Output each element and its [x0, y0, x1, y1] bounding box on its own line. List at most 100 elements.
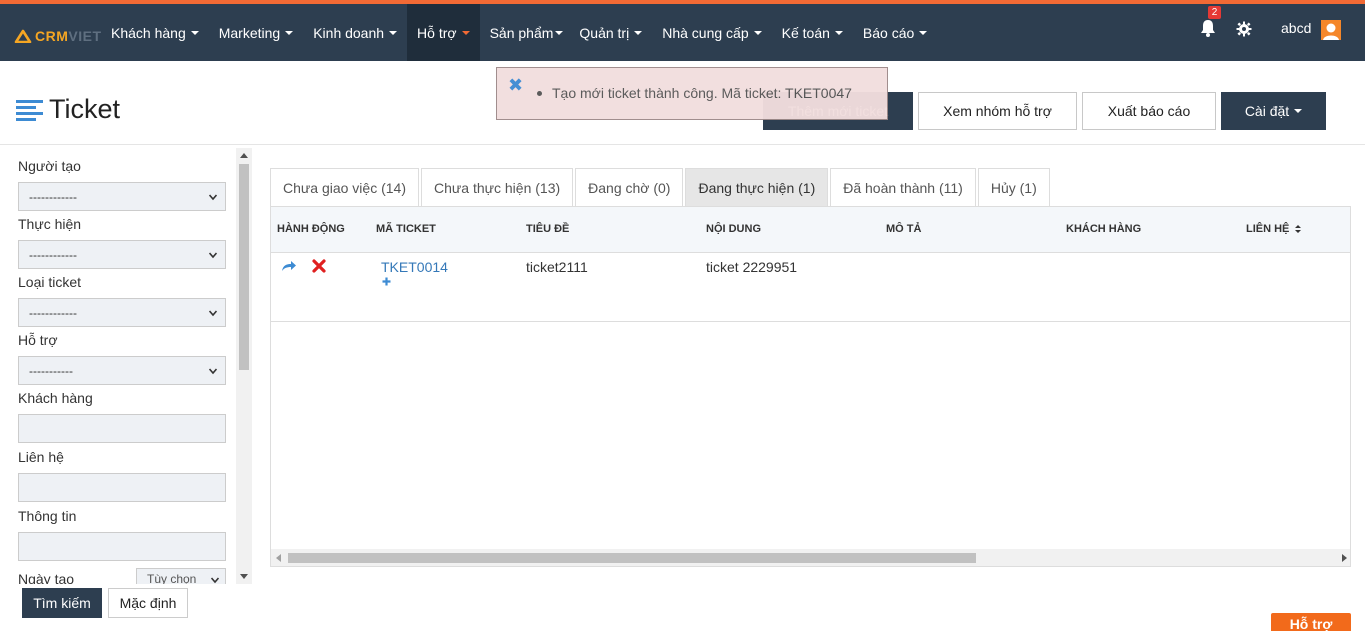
scroll-up-arrow-icon[interactable] — [240, 153, 248, 158]
col-header-customer[interactable]: KHÁCH HÀNG — [1066, 223, 1141, 235]
menu-item-accounting[interactable]: Kế toán — [772, 4, 853, 61]
col-header-code[interactable]: MÃ TICKET — [376, 223, 436, 235]
ticket-type-select-value: ------------ — [29, 305, 77, 320]
scroll-left-arrow-icon[interactable] — [276, 554, 281, 562]
menu-label: Kinh doanh — [313, 24, 385, 41]
col-header-contact-text: LIÊN HỆ — [1246, 223, 1290, 235]
tab-in-progress[interactable]: Đang thực hiện (1) — [685, 168, 829, 206]
menu-label: Nhà cung cấp — [662, 24, 749, 41]
tab-completed[interactable]: Đã hoàn thành (11) — [830, 168, 976, 206]
caret-down-icon — [634, 30, 643, 35]
ticket-content-cell: ticket 2229951 — [706, 259, 798, 275]
chevron-down-icon — [209, 310, 217, 317]
scrollbar-thumb[interactable] — [239, 164, 249, 370]
gear-icon[interactable] — [1236, 21, 1252, 37]
list-lines-icon — [16, 99, 43, 121]
ticket-title-cell: ticket2111 — [526, 259, 588, 275]
support-select-value: ----------- — [29, 363, 73, 378]
menu-item-sales[interactable]: Kinh doanh — [303, 4, 407, 61]
ticket-type-select[interactable]: ------------ — [18, 298, 226, 327]
col-header-contact[interactable]: LIÊN HỆ — [1246, 223, 1302, 235]
reset-default-button[interactable]: Mặc định — [108, 588, 188, 618]
export-report-button[interactable]: Xuất báo cáo — [1082, 92, 1216, 130]
caret-down-icon — [834, 30, 843, 35]
assignee-select[interactable]: ------------ — [18, 240, 226, 269]
assignee-label: Thực hiện — [18, 216, 82, 232]
settings-label: Cài đặt — [1244, 103, 1290, 119]
success-toast: ✖ Tạo mới ticket thành công. Mã ticket: … — [496, 67, 888, 120]
page-title-text: Ticket — [49, 94, 121, 124]
creator-label: Người tạo — [18, 158, 81, 174]
creator-select[interactable]: ------------ — [18, 182, 226, 211]
menu-item-marketing[interactable]: Marketing — [209, 4, 303, 61]
created-date-select[interactable]: Tùy chọn — [136, 568, 226, 584]
menu-item-support[interactable]: Hỗ trợ — [407, 4, 480, 61]
created-date-label: Ngày tạo — [18, 571, 75, 584]
menu-label: Khách hàng — [111, 24, 186, 41]
status-tabs: Chưa giao việc (14) Chưa thực hiện (13) … — [270, 168, 1052, 206]
col-header-description[interactable]: MÔ TẢ — [886, 223, 921, 235]
menu-item-admin[interactable]: Quản trị — [569, 4, 652, 61]
created-date-select-value: Tùy chọn — [147, 572, 197, 584]
scrollbar-thumb[interactable] — [288, 553, 976, 563]
toast-message: Tạo mới ticket thành công. Mã ticket: TK… — [537, 85, 852, 101]
support-label: Hỗ trợ — [18, 332, 58, 348]
crm-logo[interactable]: CRM VIET — [14, 26, 102, 46]
table-header: HÀNH ĐỘNG MÃ TICKET TIÊU ĐỀ NỘI DUNG MÔ … — [271, 207, 1350, 253]
caret-down-icon — [753, 30, 762, 35]
info-input[interactable] — [18, 532, 226, 561]
customer-input[interactable] — [18, 414, 226, 443]
page-title: Ticket — [16, 94, 120, 125]
logo-mark-icon — [14, 29, 32, 43]
plus-icon[interactable] — [382, 277, 391, 286]
top-navbar: CRM VIET Khách hàng Marketing Kinh doanh… — [0, 0, 1365, 61]
menu-item-suppliers[interactable]: Nhà cung cấp — [652, 4, 771, 61]
col-header-title[interactable]: TIÊU ĐỀ — [526, 223, 569, 235]
col-header-actions: HÀNH ĐỘNG — [277, 223, 345, 235]
tab-not-started[interactable]: Chưa thực hiện (13) — [421, 168, 574, 206]
scroll-right-arrow-icon[interactable] — [1342, 554, 1347, 562]
chevron-down-icon — [209, 252, 217, 259]
sidebar-scrollbar[interactable] — [236, 148, 252, 584]
caret-down-icon — [919, 30, 928, 35]
caret-down-icon — [190, 30, 199, 35]
menu-label: Kế toán — [781, 24, 830, 41]
close-icon[interactable]: ✖ — [508, 76, 523, 94]
caret-down-icon — [555, 30, 564, 35]
menu-item-reports[interactable]: Báo cáo — [853, 4, 937, 61]
user-avatar-icon[interactable] — [1321, 20, 1341, 40]
menu-label: Marketing — [218, 24, 281, 41]
creator-select-value: ------------ — [29, 189, 77, 204]
bullet-icon — [537, 90, 542, 96]
caret-down-icon — [461, 30, 470, 35]
support-select[interactable]: ----------- — [18, 356, 226, 385]
search-button[interactable]: Tìm kiếm — [22, 588, 102, 618]
menu-item-customers[interactable]: Khách hàng — [101, 4, 209, 61]
chevron-down-icon — [209, 368, 217, 375]
caret-down-icon — [1294, 109, 1303, 113]
sort-icon[interactable] — [1295, 224, 1302, 234]
tab-unassigned[interactable]: Chưa giao việc (14) — [270, 168, 419, 206]
header-divider — [0, 144, 1365, 145]
tab-cancelled[interactable]: Hủy (1) — [977, 168, 1050, 206]
col-header-content[interactable]: NỘI DUNG — [706, 223, 761, 235]
customer-label: Khách hàng — [18, 390, 93, 406]
filter-sidebar: Người tạo ------------ Thực hiện -------… — [0, 148, 252, 584]
ticket-code-link[interactable]: TKET0014 — [381, 259, 448, 275]
delete-x-icon[interactable] — [312, 259, 326, 273]
menu-label: Sản phẩm — [489, 24, 554, 41]
app-root: CRM VIET Khách hàng Marketing Kinh doanh… — [0, 0, 1365, 631]
menu-label: Hỗ trợ — [417, 24, 457, 41]
username-label[interactable]: abcd — [1281, 20, 1311, 36]
scroll-down-arrow-icon[interactable] — [240, 574, 248, 579]
table-horizontal-scrollbar[interactable] — [271, 549, 1350, 566]
settings-dropdown-button[interactable]: Cài đặt — [1221, 92, 1326, 130]
menu-item-products[interactable]: Sản phẩm — [480, 4, 570, 61]
floating-support-button[interactable]: Hỗ trợ — [1271, 613, 1351, 631]
view-support-groups-button[interactable]: Xem nhóm hỗ trợ — [918, 92, 1077, 130]
bell-icon[interactable] — [1198, 18, 1218, 38]
tab-pending[interactable]: Đang chờ (0) — [575, 168, 684, 206]
contact-input[interactable] — [18, 473, 226, 502]
forward-arrow-icon[interactable] — [281, 260, 297, 272]
table-row: TKET0014 ticket2111 ticket 2229951 — [271, 253, 1350, 322]
